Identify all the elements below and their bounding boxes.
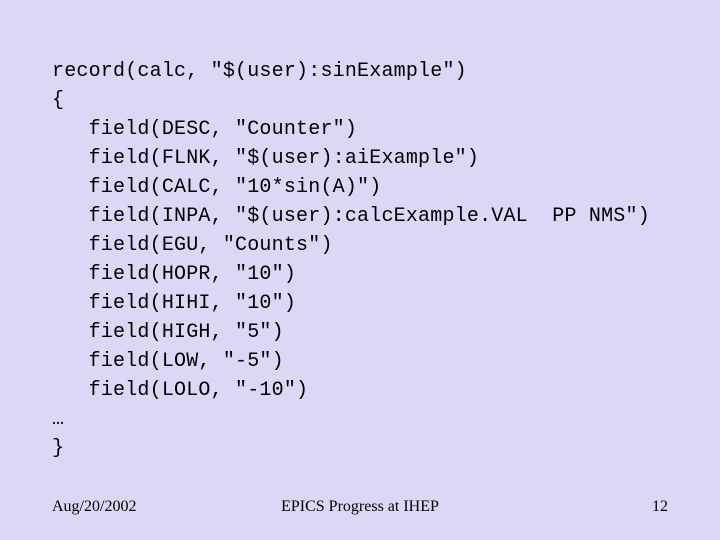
code-line: field(HOPR, "10") bbox=[52, 263, 296, 286]
code-line: … bbox=[52, 408, 64, 431]
code-line: field(DESC, "Counter") bbox=[52, 118, 357, 141]
footer-page-number: 12 bbox=[652, 498, 668, 516]
code-line: field(FLNK, "$(user):aiExample") bbox=[52, 147, 479, 170]
code-line: field(LOW, "-5") bbox=[52, 350, 284, 373]
footer-title: EPICS Progress at IHEP bbox=[0, 498, 720, 516]
code-line: { bbox=[52, 89, 64, 112]
code-line: record(calc, "$(user):sinExample") bbox=[52, 60, 467, 83]
code-line: field(CALC, "10*sin(A)") bbox=[52, 176, 381, 199]
code-line: field(LOLO, "-10") bbox=[52, 379, 308, 402]
code-line: field(EGU, "Counts") bbox=[52, 234, 333, 257]
code-block: record(calc, "$(user):sinExample") { fie… bbox=[52, 28, 650, 463]
slide: record(calc, "$(user):sinExample") { fie… bbox=[0, 0, 720, 540]
code-line: field(HIGH, "5") bbox=[52, 321, 284, 344]
code-line: field(HIHI, "10") bbox=[52, 292, 296, 315]
code-line: field(INPA, "$(user):calcExample.VAL PP … bbox=[52, 205, 650, 228]
code-line: } bbox=[52, 437, 64, 460]
